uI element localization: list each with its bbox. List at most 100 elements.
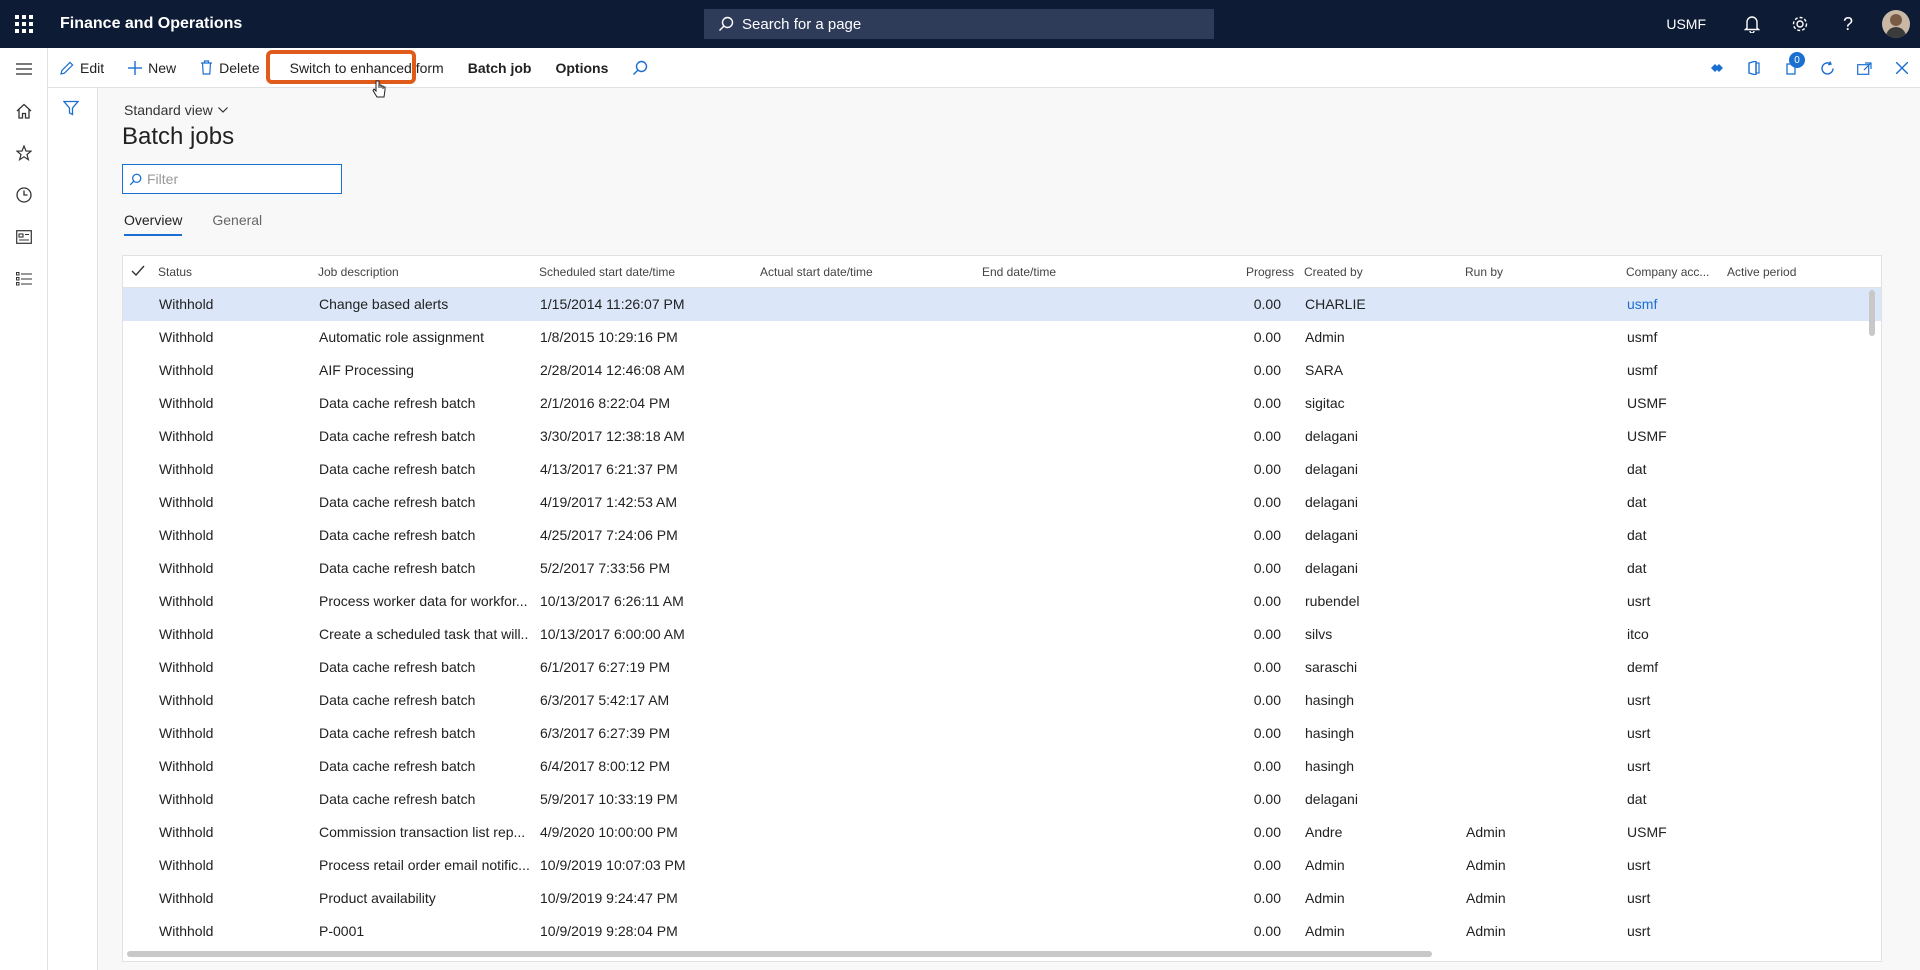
table-row[interactable]: Withhold Automatic role assignment 1/8/201… [123,321,1881,354]
options-menu-tab[interactable]: Options [543,48,620,88]
cell-company-account: usrt [1627,758,1651,774]
cell-company-account[interactable]: usmf [1627,296,1717,312]
column-header-company-account[interactable]: Company acc... [1626,265,1709,279]
favorites-star-icon[interactable] [0,132,48,174]
cell-job-description: Data cache refresh batch [319,560,476,576]
table-row[interactable]: Withhold Data cache refresh batch 6/3/2017… [123,717,1881,750]
table-row[interactable]: Withhold Data cache refresh batch 5/2/2017… [123,552,1881,585]
cell-company-account: demf [1627,659,1659,675]
table-row[interactable]: Withhold Data cache refresh batch 6/4/2017… [123,750,1881,783]
table-row[interactable]: Withhold Data cache refresh batch 6/3/2017… [123,684,1881,717]
cell-status: Withhold [159,659,214,675]
search-placeholder: Search for a page [742,15,862,33]
horizontal-scrollbar[interactable] [127,951,1432,957]
table-row[interactable]: Withhold Data cache refresh batch 4/13/201… [123,453,1881,486]
cell-scheduled-start: 4/19/2017 1:42:53 AM [540,494,677,510]
office-icon[interactable] [1735,48,1772,88]
cell-progress: 0.00 [1253,824,1281,840]
refresh-icon[interactable] [1809,48,1846,88]
cell-status: Withhold [159,923,214,939]
batch-job-menu-tab[interactable]: Batch job [456,48,544,88]
table-row[interactable]: Withhold Process retail order email notif… [123,849,1881,882]
modules-list-icon[interactable] [0,258,48,300]
cell-scheduled-start: 6/4/2017 8:00:12 PM [540,758,670,774]
cell-job-description: AIF Processing [319,362,414,378]
user-avatar[interactable] [1882,10,1910,38]
table-row[interactable]: Withhold AIF Processing 2/28/2014 12:46:08… [123,354,1881,387]
cell-scheduled-start: 10/9/2019 9:24:47 PM [540,890,678,906]
open-in-new-window-icon[interactable] [1846,48,1883,88]
cell-company-account: usrt [1627,857,1651,873]
quick-filter[interactable] [122,164,342,194]
action-pane: Edit New Delete Switch to enhanced form … [48,48,1920,88]
column-header-run-by[interactable]: Run by [1465,265,1503,279]
home-icon[interactable] [0,90,48,132]
page-title: Batch jobs [122,123,235,150]
recent-clock-icon[interactable] [0,174,48,216]
cell-scheduled-start: 10/9/2019 9:28:04 PM [540,923,678,939]
column-header-active-period[interactable]: Active period [1727,265,1796,279]
table-row[interactable]: Withhold Change based alerts 1/15/2014 11:… [123,288,1881,321]
cell-progress: 0.00 [1253,461,1281,477]
app-launcher-icon[interactable] [0,0,48,48]
cell-progress: 0.00 [1253,725,1281,741]
notification-count-badge: 0 [1789,52,1805,68]
cell-progress: 0.00 [1253,560,1281,576]
power-apps-icon[interactable] [1698,48,1735,88]
workspaces-icon[interactable] [0,216,48,258]
table-row[interactable]: Withhold Commission transaction list rep.… [123,816,1881,849]
cell-created-by: delagani [1305,461,1358,477]
table-row[interactable]: Withhold Product availability 10/9/2019 9:… [123,882,1881,915]
column-header-created-by[interactable]: Created by [1304,265,1363,279]
hamburger-menu-icon[interactable] [0,48,48,90]
edit-label: Edit [80,59,105,76]
table-row[interactable]: Withhold Data cache refresh batch 5/9/2017… [123,783,1881,816]
column-header-scheduled-start[interactable]: Scheduled start date/time [539,265,675,279]
delete-button[interactable]: Delete [188,48,271,88]
cell-company-account: dat [1627,791,1647,807]
attachments-icon[interactable]: 0 [1772,48,1809,88]
table-row[interactable]: Withhold Create a scheduled task that wil… [123,618,1881,651]
new-button[interactable]: New [116,48,188,88]
select-all-checkmark-icon[interactable] [131,265,145,277]
cell-run-by: Admin [1466,857,1506,873]
help-icon[interactable]: ? [1824,0,1872,48]
vertical-scrollbar[interactable] [1869,290,1875,336]
table-row[interactable]: Withhold Data cache refresh batch 6/1/2017… [123,651,1881,684]
table-row[interactable]: Withhold Process worker data for workfor.… [123,585,1881,618]
table-row[interactable]: Withhold Data cache refresh batch 4/25/201… [123,519,1881,552]
cell-run-by: Admin [1466,824,1506,840]
cell-scheduled-start: 1/15/2014 11:26:07 PM [540,296,685,312]
filter-input[interactable] [147,171,327,187]
table-row[interactable]: Withhold Data cache refresh batch 3/30/201… [123,420,1881,453]
cell-company-account: usrt [1627,692,1651,708]
notifications-bell-icon[interactable] [1728,0,1776,48]
table-row[interactable]: Withhold P-0001 10/9/2019 9:28:04 PM 0.00 Ad… [123,915,1881,948]
table-row[interactable]: Withhold Data cache refresh batch 4/19/201… [123,486,1881,519]
cell-company-account: dat [1627,560,1647,576]
filter-funnel-icon[interactable] [63,100,79,116]
cell-status: Withhold [159,890,214,906]
cell-scheduled-start: 4/25/2017 7:24:06 PM [540,527,678,543]
column-header-job-description[interactable]: Job description [318,265,399,279]
cell-scheduled-start: 10/9/2019 10:07:03 PM [540,857,686,873]
cell-job-description: Process worker data for workfor... [319,593,528,609]
cell-created-by: hasingh [1305,692,1355,708]
column-header-progress[interactable]: Progress [1246,265,1294,279]
column-header-actual-start[interactable]: Actual start date/time [760,265,873,279]
settings-gear-icon[interactable] [1776,0,1824,48]
app-title[interactable]: Finance and Operations [60,15,242,33]
delete-label: Delete [219,59,260,76]
tab-overview[interactable]: Overview [124,212,183,236]
page-search-box[interactable]: Search for a page [704,9,1214,39]
tab-general[interactable]: General [212,212,262,236]
table-row[interactable]: Withhold Data cache refresh batch 2/1/2016… [123,387,1881,420]
view-selector[interactable]: Standard view [124,102,228,118]
close-icon[interactable] [1883,48,1920,88]
action-search-icon[interactable] [620,48,666,88]
edit-button[interactable]: Edit [48,48,116,88]
company-picker[interactable]: USMF [1666,16,1706,32]
column-header-end-date[interactable]: End date/time [982,265,1056,279]
cell-company-account: dat [1627,494,1647,510]
column-header-status[interactable]: Status [158,265,192,279]
